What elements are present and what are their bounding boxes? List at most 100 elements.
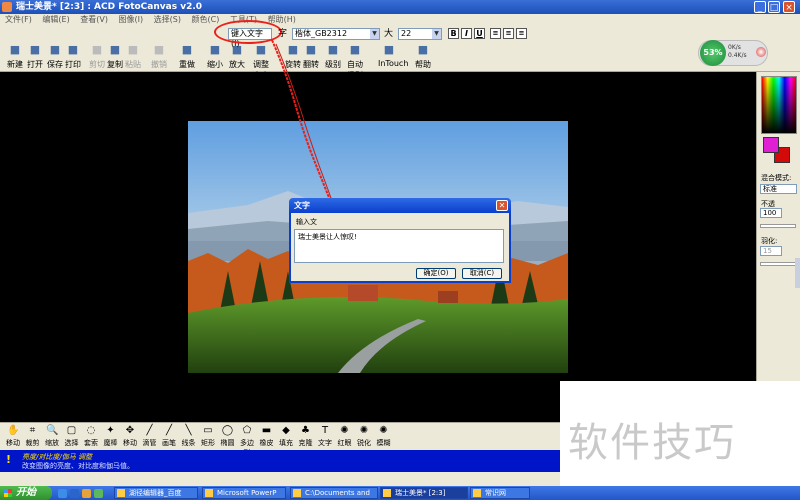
- tool-label: 移动: [6, 439, 20, 447]
- auto-levels-icon: ■: [349, 43, 361, 56]
- tool-label: 填充: [279, 439, 293, 447]
- tool-button-9[interactable]: ╲ 线条: [180, 425, 198, 448]
- toolbar-button-label: 粘贴: [125, 60, 141, 69]
- tool-button-19[interactable]: ✺ 模糊: [375, 425, 393, 448]
- taskbar-item-label: 湖径编辑器_百度: [129, 489, 182, 497]
- resize-icon: ■: [255, 43, 267, 56]
- color-spectrum[interactable]: [761, 76, 797, 134]
- size-label: 大: [384, 29, 394, 39]
- tool-button-17[interactable]: ✺ 红眼: [336, 425, 354, 448]
- taskbar-item-3[interactable]: 瑞士美景* [2:3]: [380, 487, 468, 499]
- tool-button-0[interactable]: ✋ 移动: [4, 425, 22, 448]
- tool-button-7[interactable]: ╱ 滴管: [141, 425, 159, 448]
- ok-button[interactable]: 确定(O): [416, 268, 456, 279]
- windows-logo-icon: [4, 489, 12, 497]
- font-select[interactable]: 楷体_GB2312 ▼: [292, 28, 380, 40]
- toolbar-button-8[interactable]: ■ 重做: [176, 44, 198, 70]
- start-button[interactable]: 开始: [0, 486, 52, 500]
- tool-label: 选择: [64, 439, 79, 447]
- magnifier-icon: 🔍: [46, 425, 59, 436]
- foreground-color-swatch[interactable]: [763, 137, 779, 153]
- blend-mode-label: 混合模式:: [761, 174, 792, 182]
- tool-label: 克隆: [298, 439, 313, 447]
- feather-slider[interactable]: [760, 262, 796, 266]
- taskbar-item-0[interactable]: 湖径编辑器_百度: [114, 487, 198, 499]
- align-right-icon[interactable]: ≡: [516, 28, 527, 39]
- maximize-button[interactable]: □: [768, 1, 780, 13]
- ie-icon[interactable]: [58, 489, 67, 498]
- tool-button-16[interactable]: T 文字: [316, 425, 334, 448]
- toolbar-button-label: 缩小: [207, 60, 223, 69]
- tool-button-6[interactable]: ✥ 移动: [121, 425, 139, 448]
- desktop-icon[interactable]: [70, 489, 79, 498]
- close-button[interactable]: ×: [783, 1, 795, 13]
- window-icon: [205, 489, 213, 497]
- blend-mode-select[interactable]: 标准: [760, 184, 797, 194]
- magic-wand-icon: ✦: [106, 425, 115, 436]
- minimize-button[interactable]: _: [754, 1, 766, 13]
- tool-button-13[interactable]: ▬ 橡皮: [258, 425, 276, 448]
- ellipse-icon: ◯: [221, 425, 234, 436]
- media-icon[interactable]: [82, 489, 91, 498]
- italic-button[interactable]: I: [461, 28, 472, 39]
- feather-input[interactable]: 15: [760, 246, 782, 256]
- menu-select[interactable]: 选择(S): [154, 14, 181, 26]
- tool-button-10[interactable]: ▭ 矩形: [199, 425, 217, 448]
- tool-label: 裁剪: [25, 439, 40, 447]
- taskbar-item-label: 瑞士美景* [2:3]: [395, 489, 446, 497]
- toolbar-button-label: InTouch: [378, 59, 409, 68]
- toolbar-button-label: 放大: [229, 60, 245, 69]
- toolbar-button-9[interactable]: ■ 缩小: [204, 44, 226, 70]
- align-center-icon[interactable]: ≡: [503, 28, 514, 39]
- taskbar-item-2[interactable]: C:\Documents and: [290, 487, 378, 499]
- menu-view[interactable]: 查看(V): [80, 14, 108, 26]
- menu-color[interactable]: 颜色(C): [192, 14, 220, 26]
- align-left-icon[interactable]: ≡: [490, 28, 501, 39]
- toolbar-button-3[interactable]: ■ 打印: [62, 44, 84, 70]
- tool-label: 套索: [84, 439, 98, 447]
- toolbar-button-1[interactable]: ■ 打开: [24, 44, 46, 70]
- opacity-input[interactable]: 100: [760, 208, 782, 218]
- underline-button[interactable]: U: [474, 28, 485, 39]
- tool-button-11[interactable]: ◯ 椭圆: [219, 425, 237, 448]
- size-select[interactable]: 22 ▼: [398, 28, 442, 40]
- tool-button-4[interactable]: ◌ 套索: [82, 425, 100, 448]
- sharpen-icon: ✺: [359, 425, 369, 436]
- chevron-down-icon[interactable]: ▼: [370, 29, 379, 39]
- tool-button-2[interactable]: 🔍 缩放: [43, 425, 61, 448]
- taskbar-item-1[interactable]: Microsoft PowerP: [202, 487, 286, 499]
- taskbar-item-4[interactable]: 常识网: [470, 487, 530, 499]
- toolbar-button-0[interactable]: ■ 新建: [4, 44, 26, 70]
- tool-button-14[interactable]: ◆ 填充: [277, 425, 295, 448]
- toolbar-button-13[interactable]: ■ 翻转: [300, 44, 322, 70]
- tool-button-3[interactable]: ▢ 选择: [63, 425, 81, 448]
- tool-button-8[interactable]: ╱ 画笔: [160, 425, 178, 448]
- tool-label: 椭圆: [220, 439, 235, 447]
- toolbar-button-6[interactable]: ■ 粘贴: [122, 44, 144, 70]
- polygon-icon: ⬠: [242, 425, 252, 436]
- dialog-close-icon[interactable]: ✕: [496, 200, 508, 211]
- bold-button[interactable]: B: [448, 28, 459, 39]
- toolbar-button-7[interactable]: ■ 撤销: [148, 44, 170, 70]
- toolbar-button-14[interactable]: ■ 级别: [322, 44, 344, 70]
- panel-scrollbar[interactable]: [795, 258, 800, 288]
- red-eye-icon: ✺: [340, 425, 349, 436]
- cancel-button[interactable]: 取消(C): [462, 268, 502, 279]
- tool-label: 橡皮: [259, 439, 274, 447]
- toolbar-button-16[interactable]: ■ InTouch: [378, 44, 408, 69]
- blend-mode-value: 标准: [763, 185, 777, 193]
- dialog-text-input[interactable]: 瑞士美景让人惊叹!: [294, 229, 504, 263]
- menu-edit[interactable]: 编辑(E): [42, 14, 69, 26]
- tool-button-1[interactable]: ⌗ 裁剪: [24, 425, 42, 448]
- dialog-prompt: 输入文: [296, 218, 317, 226]
- tool-button-15[interactable]: ♣ 克隆: [297, 425, 315, 448]
- menu-image[interactable]: 图像(I): [119, 14, 144, 26]
- toolbar-button-17[interactable]: ■ 帮助: [412, 44, 434, 70]
- chevron-down-icon[interactable]: ▼: [432, 29, 441, 39]
- messenger-icon[interactable]: [94, 489, 103, 498]
- tool-button-5[interactable]: ✦ 魔棒: [102, 425, 120, 448]
- opacity-slider[interactable]: [760, 224, 796, 228]
- tool-button-18[interactable]: ✺ 锐化: [355, 425, 373, 448]
- menu-file[interactable]: 文件(F): [5, 14, 32, 26]
- rotate-icon: ■: [287, 43, 299, 56]
